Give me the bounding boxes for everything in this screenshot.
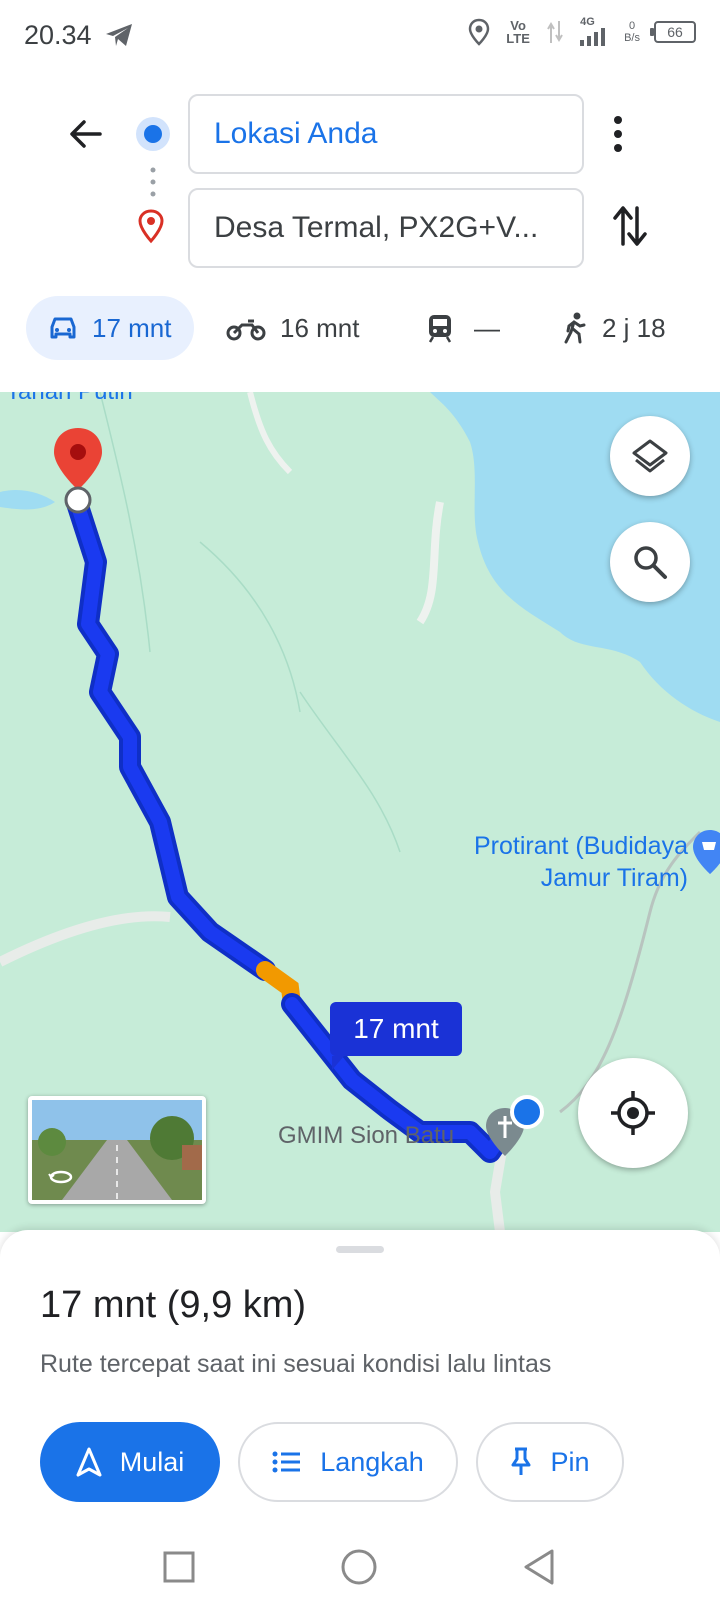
battery-level: 66 (667, 24, 683, 40)
home-icon[interactable] (340, 1548, 378, 1586)
location-icon (468, 18, 490, 46)
mode-transit[interactable]: — (426, 296, 500, 360)
steps-button-label: Langkah (320, 1446, 424, 1477)
mode-motorcycle-label: 16 mnt (280, 312, 360, 343)
my-location-icon (611, 1091, 655, 1135)
destination-marker (54, 428, 102, 514)
street-view-thumbnail[interactable] (28, 1096, 206, 1204)
shop-marker (693, 830, 720, 874)
origin-input[interactable]: Lokasi Anda (188, 94, 584, 174)
pin-icon (511, 1447, 531, 1475)
route-summary-sheet: 17 mnt (9,9 km) Rute tercepat saat ini s… (0, 1230, 720, 1530)
pin-button-label: Pin (550, 1446, 590, 1477)
car-icon (50, 317, 76, 339)
layers-button[interactable] (610, 416, 690, 496)
my-location-button[interactable] (578, 1058, 688, 1168)
data-rate-unit: B/s (624, 32, 640, 44)
navigation-arrow-icon (76, 1447, 102, 1477)
status-time: 20.34 (24, 20, 92, 50)
search-icon (634, 546, 667, 579)
sheet-drag-handle[interactable] (336, 1246, 384, 1253)
place-label-shop-line2: Jamur Tiram) (540, 864, 688, 892)
mode-walk-label: 2 j 18 (602, 312, 666, 343)
back-nav-icon[interactable] (522, 1548, 556, 1586)
destination-pin-icon (138, 209, 164, 244)
place-label-top[interactable]: Tanah Putih (6, 392, 133, 406)
place-label-shop[interactable]: Protirant (Budidaya Jamur Tiram) (440, 830, 688, 894)
layers-icon (632, 439, 668, 473)
swap-icon[interactable] (612, 204, 648, 248)
rotate-360-icon (48, 1170, 73, 1184)
signal-icon: 4G (578, 16, 610, 46)
mode-motorcycle[interactable]: 16 mnt (226, 296, 360, 360)
route-duration-chip[interactable]: 17 mnt (330, 1002, 462, 1070)
pin-button[interactable]: Pin (476, 1422, 624, 1502)
motorcycle-icon (226, 319, 266, 341)
route-dots-icon (150, 167, 156, 197)
list-icon (272, 1451, 301, 1473)
route-summary-title: 17 mnt (9,9 km) (40, 1284, 307, 1326)
start-button[interactable]: Mulai (40, 1422, 220, 1502)
status-icons: Vo LTE 4G 0 B/s 66 (468, 16, 696, 46)
volte-label: Vo LTE (506, 18, 530, 46)
directions-header: Lokasi Anda Desa Termal, PX2G+V... 17 mn… (0, 74, 720, 394)
data-rate: 0 B/s (624, 20, 640, 44)
battery-icon: 66 (650, 21, 696, 43)
mode-walk[interactable]: 2 j 18 (562, 296, 666, 360)
train-icon (428, 315, 452, 343)
back-arrow-icon[interactable] (66, 114, 106, 154)
telegram-icon (106, 24, 132, 46)
recents-icon[interactable] (162, 1550, 196, 1584)
system-navigation-bar (0, 1530, 720, 1612)
more-options-icon[interactable] (612, 112, 624, 156)
data-rate-value: 0 (628, 20, 636, 32)
route-line (65, 489, 276, 981)
map-view[interactable]: Tanah Putih Protirant (Budidaya Jamur Ti… (0, 392, 720, 1232)
start-button-label: Mulai (119, 1446, 185, 1477)
destination-input[interactable]: Desa Termal, PX2G+V... (188, 188, 584, 268)
mode-car[interactable]: 17 mnt (26, 296, 194, 360)
place-label-church[interactable]: GMIM Sion Batu (278, 1122, 454, 1150)
current-location-dot (510, 1095, 544, 1129)
mode-transit-label: — (474, 312, 500, 343)
mode-car-label: 17 mnt (92, 312, 172, 343)
search-along-route-button[interactable] (610, 522, 690, 602)
data-arrows-icon (547, 21, 563, 43)
place-label-shop-line1: Protirant (Budidaya (473, 832, 688, 860)
route-summary-subtitle: Rute tercepat saat ini sesuai kondisi la… (40, 1350, 552, 1378)
status-bar: 20.34 Vo LTE 4G 0 B/s 66 (0, 0, 720, 74)
steps-button[interactable]: Langkah (238, 1422, 458, 1502)
walking-icon (564, 312, 586, 344)
origin-dot-icon (136, 117, 170, 151)
